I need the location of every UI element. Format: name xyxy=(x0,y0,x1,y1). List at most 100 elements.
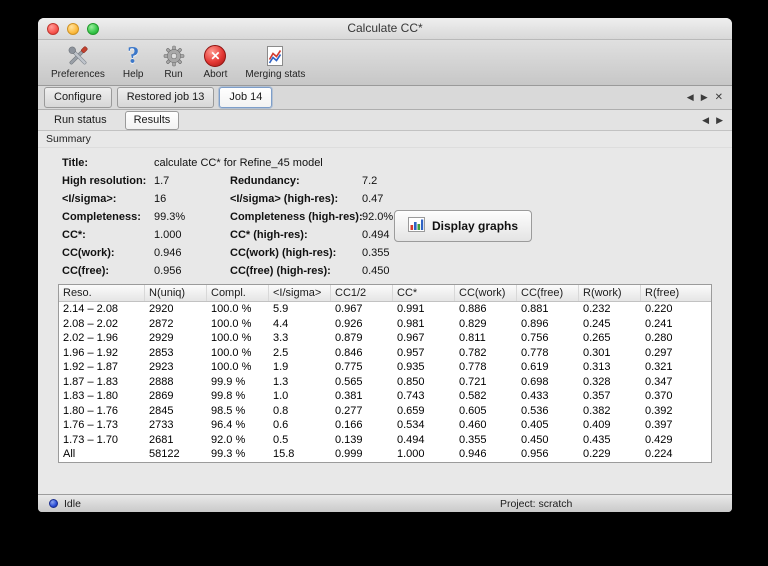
results-panel: Title: calculate CC* for Refine_45 model… xyxy=(38,148,732,494)
column-header-cc1-2[interactable]: CC1/2 xyxy=(331,285,393,301)
table-row[interactable]: 1.96 – 1.92 2853 100.0 % 2.5 0.846 0.957 0.782… xyxy=(59,346,711,361)
table-row[interactable]: 1.92 – 1.87 2923 100.0 % 1.9 0.775 0.935 0.778… xyxy=(59,360,711,375)
traffic-lights xyxy=(47,23,99,35)
merging-stats-label: Merging stats xyxy=(245,69,306,80)
table-cell: 0.433 xyxy=(521,390,549,402)
summary-label: CC(work) (high-res): xyxy=(230,247,337,259)
preferences-button[interactable]: Preferences xyxy=(46,42,110,81)
column-header-i-sigma[interactable]: <I/sigma> xyxy=(269,285,331,301)
table-row[interactable]: 1.80 – 1.76 2845 98.5 % 0.8 0.277 0.659 0.605 0… xyxy=(59,404,711,419)
table-cell: 0.582 xyxy=(459,390,487,402)
merging-stats-button[interactable]: Merging stats xyxy=(240,42,310,81)
table-row[interactable]: 1.83 – 1.80 2869 99.8 % 1.0 0.381 0.743 0.582 0… xyxy=(59,389,711,404)
table-cell: 0.946 xyxy=(459,448,487,460)
table-cell: 0.381 xyxy=(335,390,363,402)
table-cell: 0.241 xyxy=(645,317,673,330)
table-cell: 1.000 xyxy=(397,448,425,460)
status-text: Idle xyxy=(64,497,81,510)
table-cell: 0.605 xyxy=(459,404,487,417)
table-cell: 1.83 – 1.80 xyxy=(63,390,119,402)
help-question-icon: ? xyxy=(127,43,140,69)
summary-grid: Title: calculate CC* for Refine_45 model… xyxy=(62,157,712,278)
table-row[interactable]: 1.73 – 1.70 2681 92.0 % 0.5 0.139 0.494 0.355 0… xyxy=(59,433,711,448)
scroll-tabs-left-icon[interactable]: ◀ xyxy=(687,92,694,103)
column-header-reso[interactable]: Reso. xyxy=(59,285,145,301)
column-header-cc[interactable]: CC* xyxy=(393,285,455,301)
app-window: Calculate CC* Preferences ? Help Run ✕ A… xyxy=(38,18,732,512)
job-tab-bar: Configure Restored job 13 Job 14 ◀ ▶ ✕ xyxy=(38,86,732,110)
table-cell: 0.967 xyxy=(335,303,363,315)
summary-title-value: calculate CC* for Refine_45 model xyxy=(154,157,323,169)
table-cell: 1.3 xyxy=(273,375,289,388)
table-cell: 1.0 xyxy=(273,390,289,402)
titlebar[interactable]: Calculate CC* xyxy=(38,18,732,40)
table-cell: 1.80 – 1.76 xyxy=(63,404,119,417)
display-graphs-button[interactable]: Display graphs xyxy=(394,210,533,242)
table-cell: 0.721 xyxy=(459,375,487,388)
table-cell: 1.92 – 1.87 xyxy=(63,361,119,373)
table-row[interactable]: 2.08 – 2.02 2872 100.0 % 4.4 0.926 0.981 0.829… xyxy=(59,317,711,332)
table-cell: 100.0 % xyxy=(211,361,252,373)
table-cell: 0.328 xyxy=(583,375,611,388)
close-window-button[interactable] xyxy=(47,23,59,35)
help-label: Help xyxy=(122,69,144,80)
column-header-n-uniq[interactable]: N(uniq) xyxy=(145,285,207,301)
column-header-compl[interactable]: Compl. xyxy=(207,285,269,301)
tab-run-status[interactable]: Run status xyxy=(46,112,115,129)
tab-results[interactable]: Results xyxy=(124,110,180,130)
table-cell: 4.4 xyxy=(273,317,289,330)
column-header-r-free[interactable]: R(free) xyxy=(641,285,711,301)
column-header-r-work[interactable]: R(work) xyxy=(579,285,641,301)
scroll-tabs-right-icon[interactable]: ▶ xyxy=(701,92,708,103)
table-cell: 2681 xyxy=(149,433,174,446)
table-cell: 99.9 % xyxy=(211,375,246,388)
table-cell: 0.224 xyxy=(645,448,673,460)
zoom-window-button[interactable] xyxy=(87,23,99,35)
merging-stats-icon xyxy=(263,43,287,69)
table-cell: 0.850 xyxy=(397,375,425,388)
summary-value: 7.2 xyxy=(362,175,378,187)
column-header-cc-work[interactable]: CC(work) xyxy=(455,285,517,301)
summary-label: Completeness: xyxy=(62,211,141,223)
table-cell: 2869 xyxy=(149,390,174,402)
table-row[interactable]: All 58122 99.3 % 15.8 0.999 1.000 0.946 0.956 0.… xyxy=(59,447,711,462)
table-cell: 0.357 xyxy=(583,390,611,402)
summary-label: CC(free) (high-res): xyxy=(230,265,331,277)
close-tab-icon[interactable]: ✕ xyxy=(715,92,723,103)
table-row[interactable]: 2.02 – 1.96 2929 100.0 % 3.3 0.879 0.967 0.811… xyxy=(59,331,711,346)
abort-label: Abort xyxy=(203,69,228,80)
table-cell: 0.232 xyxy=(583,303,611,315)
table-cell: 0.896 xyxy=(521,317,549,330)
tab-job-14[interactable]: Job 14 xyxy=(219,87,273,108)
scroll-subtabs-left-icon[interactable]: ◀ xyxy=(702,115,709,126)
table-row[interactable]: 1.87 – 1.83 2888 99.9 % 1.3 0.565 0.850 0.721 0… xyxy=(59,375,711,390)
summary-label: CC(work): xyxy=(62,247,115,259)
table-cell: 0.265 xyxy=(583,332,611,344)
table-cell: 0.392 xyxy=(645,404,673,417)
table-cell: 0.536 xyxy=(521,404,549,417)
table-cell: 0.245 xyxy=(583,317,611,330)
run-button[interactable]: Run xyxy=(157,42,191,81)
table-cell: 2888 xyxy=(149,375,174,388)
table-cell: 1.73 – 1.70 xyxy=(63,433,119,446)
abort-button[interactable]: ✕ Abort xyxy=(199,42,233,81)
scroll-subtabs-right-icon[interactable]: ▶ xyxy=(716,115,723,126)
table-row[interactable]: 2.14 – 2.08 2920 100.0 % 5.9 0.967 0.991 0.886… xyxy=(59,302,711,317)
summary-label: Completeness (high-res): xyxy=(230,211,363,223)
window-title: Calculate CC* xyxy=(347,21,423,35)
summary-value: 99.3% xyxy=(154,211,186,223)
toolbar: Preferences ? Help Run ✕ Abort Merging s… xyxy=(38,40,732,86)
summary-label: Redundancy: xyxy=(230,175,300,187)
help-button[interactable]: ? Help xyxy=(118,42,149,81)
tab-restored-job-13[interactable]: Restored job 13 xyxy=(116,87,215,108)
table-cell: 1.76 – 1.73 xyxy=(63,419,119,431)
tab-configure[interactable]: Configure xyxy=(44,87,112,108)
summary-label: CC* (high-res): xyxy=(230,229,308,241)
minimize-window-button[interactable] xyxy=(67,23,79,35)
table-row[interactable]: 1.76 – 1.73 2733 96.4 % 0.6 0.166 0.534 0.460 0… xyxy=(59,418,711,433)
column-header-cc-free[interactable]: CC(free) xyxy=(517,285,579,301)
summary-label: <I/sigma> (high-res): xyxy=(230,193,339,205)
summary-title-label: Title: xyxy=(62,157,89,169)
project-label: Project: scratch xyxy=(500,497,573,510)
table-cell: 1.87 – 1.83 xyxy=(63,375,119,388)
